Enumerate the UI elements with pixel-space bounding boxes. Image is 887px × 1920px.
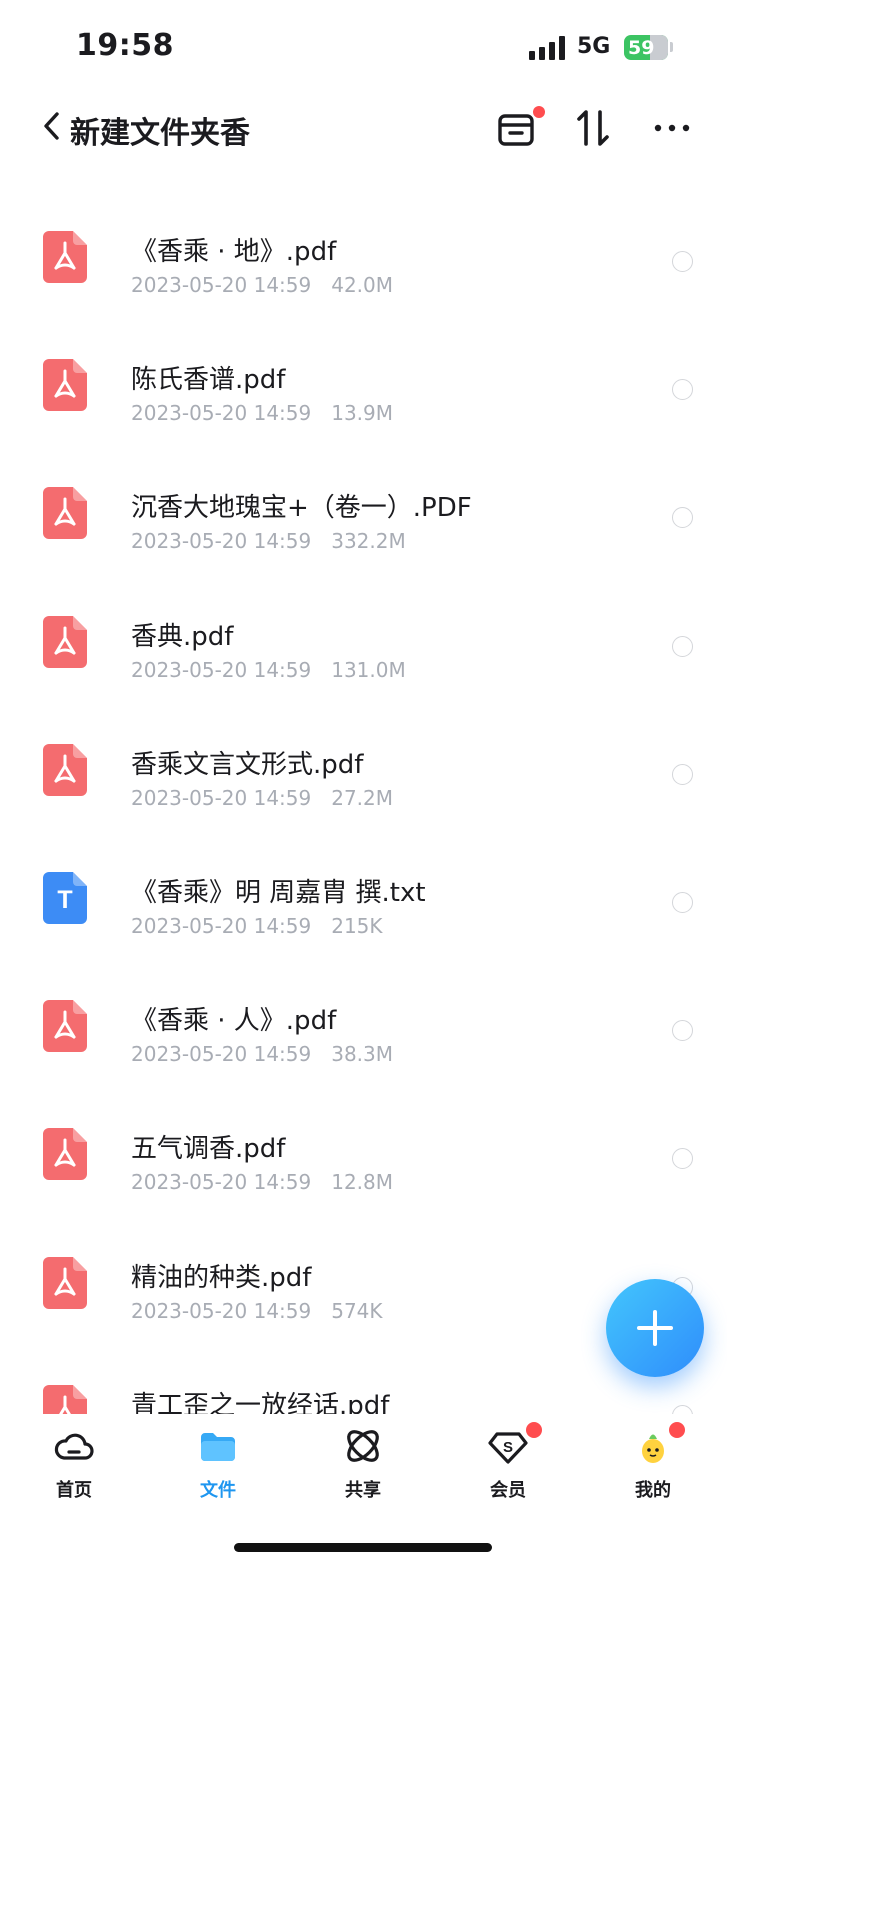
file-date: 2023-05-20 14:59 [131, 401, 312, 425]
tab-mine[interactable]: 我的 [603, 1414, 703, 1514]
transfer-box-button[interactable] [497, 106, 545, 148]
pdf-file-icon [43, 1128, 87, 1180]
battery-level: 59 [628, 36, 655, 59]
pdf-file-icon [43, 487, 87, 539]
file-name: 《香乘 · 地》.pdf [131, 237, 337, 267]
pdf-file-icon [43, 616, 87, 668]
file-row[interactable]: 陈氏香谱.pdf 2023-05-20 14:59 13.9M [0, 359, 727, 487]
file-name: 香乘文言文形式.pdf [131, 750, 364, 780]
mine-notification-dot [669, 1422, 685, 1438]
tab-vip[interactable]: S 会员 [458, 1414, 558, 1514]
file-name: 《香乘 · 人》.pdf [131, 1006, 337, 1036]
cloud-icon [54, 1433, 94, 1460]
file-meta: 2023-05-20 14:59 13.9M [131, 401, 393, 425]
select-checkbox[interactable] [672, 379, 693, 400]
file-size: 574K [331, 1299, 383, 1323]
file-size: 42.0M [331, 273, 394, 297]
add-button[interactable] [606, 1279, 704, 1377]
file-size: 27.2M [331, 786, 394, 810]
file-size: 12.8M [331, 1170, 394, 1194]
select-checkbox[interactable] [672, 636, 693, 657]
vip-diamond-icon: S [488, 1432, 528, 1464]
file-name: 香典.pdf [131, 622, 234, 652]
file-date: 2023-05-20 14:59 [131, 1299, 312, 1323]
sort-button[interactable] [574, 108, 614, 148]
cellular-signal-icon [529, 36, 567, 60]
status-time: 19:58 [76, 28, 174, 63]
select-checkbox[interactable] [672, 892, 693, 913]
txt-file-icon: T [43, 872, 87, 924]
back-chevron-icon[interactable] [40, 110, 64, 142]
file-size: 38.3M [331, 1042, 394, 1066]
file-row[interactable]: 《香乘 · 地》.pdf 2023-05-20 14:59 42.0M [0, 231, 727, 359]
file-meta: 2023-05-20 14:59 332.2M [131, 529, 406, 553]
file-meta: 2023-05-20 14:59 131.0M [131, 658, 406, 682]
svg-text:S: S [503, 1439, 513, 1456]
battery-icon: 59 [624, 35, 668, 60]
more-dots-icon [654, 124, 690, 132]
tab-home[interactable]: 首页 [24, 1414, 124, 1514]
file-date: 2023-05-20 14:59 [131, 273, 312, 297]
file-meta: 2023-05-20 14:59 38.3M [131, 1042, 393, 1066]
file-meta: 2023-05-20 14:59 12.8M [131, 1170, 393, 1194]
tab-files-label: 文件 [200, 1480, 236, 1501]
file-meta: 2023-05-20 14:59 574K [131, 1299, 383, 1323]
file-date: 2023-05-20 14:59 [131, 1042, 312, 1066]
select-checkbox[interactable] [672, 251, 693, 272]
file-size: 332.2M [331, 529, 406, 553]
file-size: 131.0M [331, 658, 406, 682]
archive-box-icon [498, 114, 534, 146]
file-row[interactable]: 沉香大地瑰宝+（卷一）.PDF 2023-05-20 14:59 332.2M [0, 487, 727, 615]
file-meta: 2023-05-20 14:59 42.0M [131, 273, 393, 297]
file-date: 2023-05-20 14:59 [131, 658, 312, 682]
file-row[interactable]: T 《香乘》明 周嘉胄 撰.txt 2023-05-20 14:59 215K [0, 872, 727, 1000]
svg-text:T: T [57, 886, 72, 914]
select-checkbox[interactable] [672, 1148, 693, 1169]
share-orbit-icon [347, 1430, 379, 1462]
file-name: 《香乘》明 周嘉胄 撰.txt [131, 878, 426, 908]
file-row[interactable]: 香乘文言文形式.pdf 2023-05-20 14:59 27.2M [0, 744, 727, 872]
file-meta: 2023-05-20 14:59 215K [131, 914, 383, 938]
page-title: 新建文件夹香 [70, 116, 250, 151]
file-row[interactable]: 《香乘 · 人》.pdf 2023-05-20 14:59 38.3M [0, 1000, 727, 1128]
pdf-file-icon [43, 1000, 87, 1052]
tab-share-label: 共享 [345, 1480, 381, 1501]
file-row[interactable]: 五气调香.pdf 2023-05-20 14:59 12.8M [0, 1128, 727, 1256]
file-meta: 2023-05-20 14:59 27.2M [131, 786, 393, 810]
pdf-file-icon [43, 359, 87, 411]
vip-notification-dot [526, 1422, 542, 1438]
file-date: 2023-05-20 14:59 [131, 1170, 312, 1194]
file-date: 2023-05-20 14:59 [131, 914, 312, 938]
select-checkbox[interactable] [672, 764, 693, 785]
file-date: 2023-05-20 14:59 [131, 786, 312, 810]
file-size: 13.9M [331, 401, 394, 425]
tab-home-label: 首页 [56, 1480, 92, 1501]
tab-files[interactable]: 文件 [168, 1414, 268, 1514]
notification-dot [533, 106, 545, 118]
mascot-avatar-icon [642, 1434, 664, 1463]
select-checkbox[interactable] [672, 507, 693, 528]
file-name: 陈氏香谱.pdf [131, 365, 286, 395]
more-button[interactable] [652, 108, 692, 148]
file-date: 2023-05-20 14:59 [131, 529, 312, 553]
pdf-file-icon [43, 1257, 87, 1309]
folder-icon [201, 1433, 235, 1461]
network-type: 5G [577, 34, 611, 59]
tab-vip-label: 会员 [490, 1480, 526, 1501]
file-name: 精油的种类.pdf [131, 1263, 312, 1293]
pdf-file-icon [43, 231, 87, 283]
file-size: 215K [331, 914, 383, 938]
select-checkbox[interactable] [672, 1020, 693, 1041]
file-row[interactable]: 香典.pdf 2023-05-20 14:59 131.0M [0, 616, 727, 744]
file-name: 沉香大地瑰宝+（卷一）.PDF [131, 493, 472, 523]
pdf-file-icon [43, 744, 87, 796]
home-indicator [234, 1543, 492, 1552]
tab-mine-label: 我的 [635, 1480, 671, 1501]
file-name: 五气调香.pdf [131, 1134, 286, 1164]
tab-share[interactable]: 共享 [313, 1414, 413, 1514]
sort-arrows-icon [577, 110, 609, 146]
battery-tip [670, 42, 673, 52]
